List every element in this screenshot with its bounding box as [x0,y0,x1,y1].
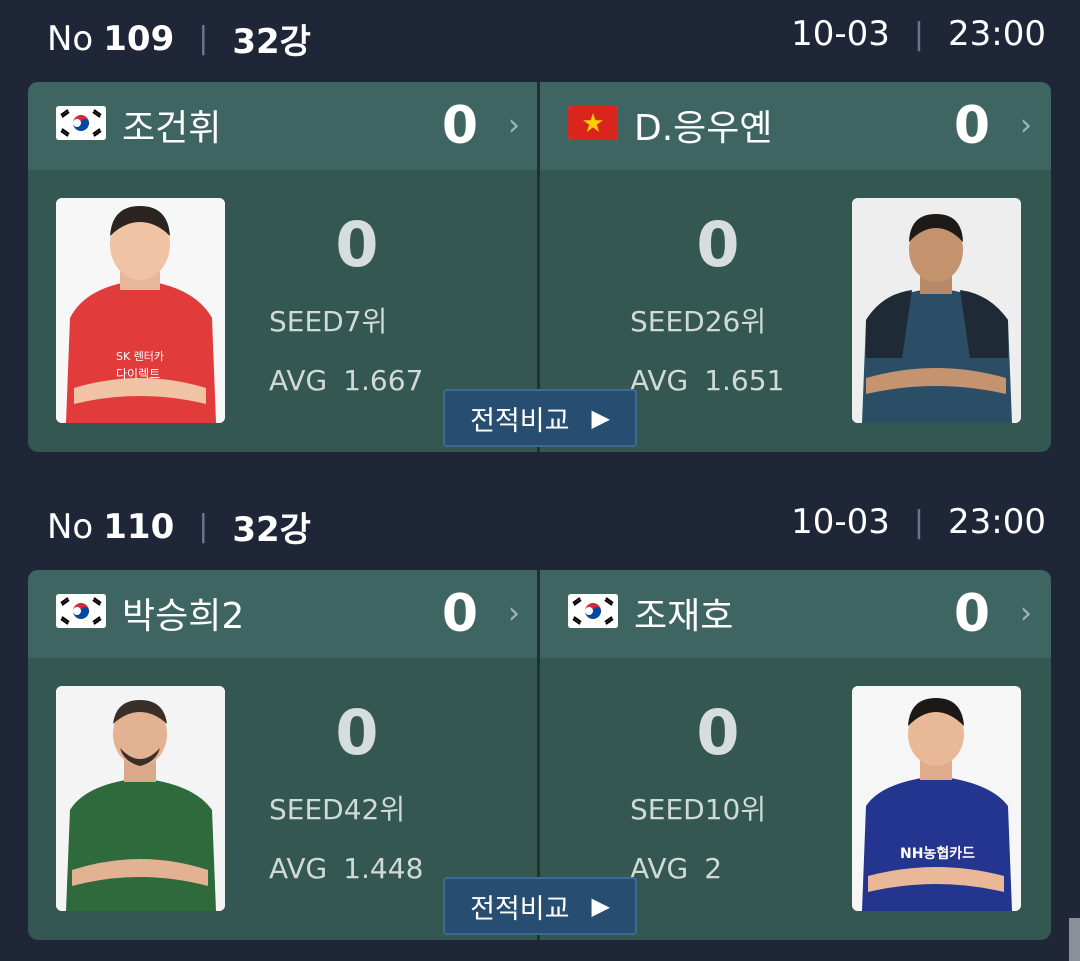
player-seed: SEED26위 [630,305,767,338]
compare-record-button[interactable]: 전적비교 ▶ [443,389,637,447]
current-score: 0 [696,696,740,769]
korea-flag-icon [568,594,618,628]
player-set-score: 0 [441,96,478,156]
player-average: AVG 1.651 [630,364,784,397]
separator: | [913,504,925,540]
match-date: 10-03 [791,14,890,54]
player-seed: SEED42위 [269,793,406,826]
match-header: No 109 | 32강 10-03 | 23:00 [0,0,1080,70]
match-card: 박승희2 0 › 조재호 0 › NH농협카드 0 0 SEED42위 SEED… [28,570,1051,940]
avg-value: 2 [704,852,723,885]
player-average: AVG 1.448 [269,852,423,885]
match-no-label: No [47,506,94,547]
separator: | [913,16,925,52]
avg-value: 1.448 [343,852,424,885]
current-score: 0 [696,208,740,281]
player-set-score: 0 [441,584,478,644]
match-109: No 109 | 32강 10-03 | 23:00 [0,0,1080,70]
avg-value: 1.651 [704,364,785,397]
separator: | [198,509,209,544]
match-number: 109 [103,18,175,59]
player-header-right[interactable]: 조재호 0 › [540,570,1050,658]
compare-button-label: 전적비교 [470,893,570,925]
match-date: 10-03 [791,502,890,542]
avg-label: AVG [269,364,328,397]
vietnam-flag-icon [568,106,618,140]
player-seed: SEED10위 [630,793,767,826]
play-triangle-icon: ▶ [591,892,610,920]
player-name: 박승희2 [122,596,245,637]
match-time: 23:00 [948,502,1046,542]
avg-value: 1.667 [343,364,424,397]
match-card: 조건휘 0 › D.응우옌 0 › SK 렌터카 다이렉트 0 0 SEED7위… [28,82,1051,452]
player-name: D.응우옌 [634,108,773,149]
player-header-left[interactable]: 조건휘 0 › [28,82,538,170]
svg-text:SK 렌터카: SK 렌터카 [116,350,164,363]
match-round: 32강 [232,510,311,550]
match-110: No 110 | 32강 10-03 | 23:00 [0,488,1080,558]
player-photo: NH농협카드 [852,686,1021,911]
match-time: 23:00 [948,14,1046,54]
current-score: 0 [335,696,379,769]
match-number: 110 [103,506,175,547]
player-name: 조재호 [634,596,734,637]
compare-button-label: 전적비교 [470,405,570,437]
match-header: No 110 | 32강 10-03 | 23:00 [0,488,1080,558]
player-seed: SEED7위 [269,305,388,338]
player-photo [56,686,225,911]
match-round: 32강 [232,22,311,62]
player-header-left[interactable]: 박승희2 0 › [28,570,538,658]
player-average: AVG 2 [630,852,722,885]
avg-label: AVG [630,852,689,885]
play-triangle-icon: ▶ [591,404,610,432]
player-set-score: 0 [953,584,990,644]
korea-flag-icon [56,594,106,628]
chevron-right-icon: › [508,596,520,631]
player-photo [852,198,1021,423]
compare-record-button[interactable]: 전적비교 ▶ [443,877,637,935]
chevron-right-icon: › [1020,596,1032,631]
player-header-right[interactable]: D.응우옌 0 › [540,82,1050,170]
avg-label: AVG [630,364,689,397]
svg-text:다이렉트: 다이렉트 [116,367,160,381]
korea-flag-icon [56,106,106,140]
scrollbar[interactable] [1069,918,1080,961]
separator: | [198,21,209,56]
player-set-score: 0 [953,96,990,156]
chevron-right-icon: › [508,108,520,143]
avg-label: AVG [269,852,328,885]
player-photo: SK 렌터카 다이렉트 [56,198,225,423]
chevron-right-icon: › [1020,108,1032,143]
player-name: 조건휘 [122,108,222,149]
svg-text:NH농협카드: NH농협카드 [900,846,975,862]
match-no-label: No [47,18,94,59]
current-score: 0 [335,208,379,281]
player-average: AVG 1.667 [269,364,423,397]
